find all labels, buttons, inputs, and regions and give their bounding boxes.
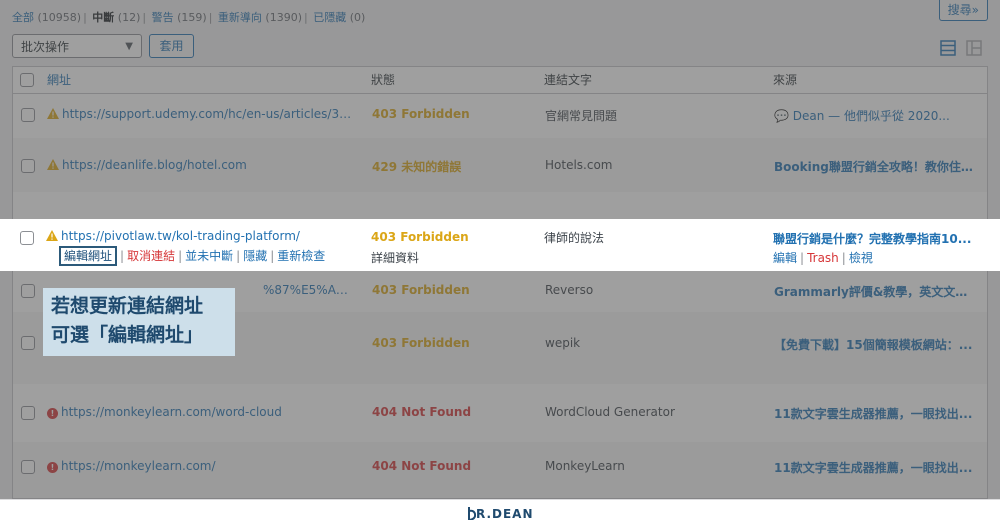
apply-button[interactable]: 套用: [149, 34, 194, 58]
table-row: ! https://monkeylearn.com/ 404 Not Found …: [12, 442, 988, 499]
edit-url-link[interactable]: 編輯網址: [59, 246, 118, 266]
row-checkbox[interactable]: [21, 406, 35, 420]
instruction-callout: 若想更新連結網址 可選「編輯網址」: [43, 288, 235, 356]
filter-redirect[interactable]: 重新導向: [218, 11, 262, 24]
brand-logo: R.DEAN: [467, 507, 534, 521]
row-status: 404 Not Found: [372, 405, 472, 419]
select-all-checkbox[interactable]: [20, 73, 34, 87]
recheck-link[interactable]: 重新檢查: [277, 249, 325, 263]
row-anchor: Hotels.com: [545, 158, 613, 172]
column-source: 來源: [773, 73, 798, 87]
filter-broken[interactable]: 中斷: [92, 11, 114, 24]
row-url[interactable]: ! https://monkeylearn.com/: [47, 459, 357, 473]
callout-line-1: 若想更新連結網址: [51, 295, 204, 317]
row-source[interactable]: 聯盟行銷是什麼？完整教學指南10...: [773, 230, 978, 247]
excerpt-view-icon[interactable]: [966, 40, 982, 56]
table-row: ! https://monkeylearn.com/word-cloud 404 …: [12, 384, 988, 442]
status-filters: 全部 (10958) | 中斷 (12) | 警告 (159) | 重新導向 (139…: [12, 11, 366, 24]
source-view-link[interactable]: 檢視: [849, 251, 873, 265]
table-row: https://support.udemy.com/hc/en-us/artic…: [12, 94, 988, 138]
row-source[interactable]: Grammarly評價&教學，英文文法...: [774, 283, 974, 300]
row-status: 403 Forbidden: [372, 107, 470, 121]
warning-icon: [47, 108, 59, 119]
row-url[interactable]: %87%E5%AD%97%...: [263, 283, 357, 297]
column-status: 狀態: [371, 73, 396, 87]
row-url[interactable]: https://deanlife.blog/hotel.com: [47, 158, 357, 172]
error-icon: !: [47, 408, 58, 419]
bulk-actions-select[interactable]: 批次操作 ▼: [12, 34, 142, 58]
row-checkbox[interactable]: [21, 108, 35, 122]
not-broken-link[interactable]: 並未中斷: [185, 249, 233, 263]
row-anchor: MonkeyLearn: [545, 459, 625, 473]
chevron-down-icon: ▼: [125, 41, 133, 52]
details-link[interactable]: 詳細資料: [371, 249, 419, 266]
row-anchor: Reverso: [545, 283, 594, 297]
row-status: 404 Not Found: [372, 459, 472, 473]
row-checkbox[interactable]: [21, 159, 35, 173]
filter-hidden[interactable]: 已隱藏: [313, 11, 346, 24]
search-button[interactable]: 搜尋»: [938, 0, 988, 21]
unlink-link[interactable]: 取消連結: [127, 249, 175, 263]
row-source[interactable]: 11款文字雲生成器推薦，一眼找出...: [774, 405, 974, 422]
row-anchor: WordCloud Generator: [545, 405, 675, 419]
warning-icon: [46, 230, 58, 241]
row-checkbox[interactable]: [21, 284, 35, 298]
row-url[interactable]: https://pivotlaw.tw/kol-trading-platform…: [46, 229, 356, 243]
filter-warning[interactable]: 警告: [152, 11, 174, 24]
row-source[interactable]: 11款文字雲生成器推薦，一眼找出...: [774, 459, 974, 476]
row-status: 403 Forbidden: [372, 336, 470, 350]
error-icon: !: [47, 462, 58, 473]
row-checkbox[interactable]: [21, 460, 35, 474]
row-checkbox[interactable]: [21, 336, 35, 350]
row-actions: 編輯網址 | 取消連結 | 並未中斷 | 隱藏 | 重新檢查: [59, 246, 325, 266]
column-url[interactable]: 網址: [47, 67, 71, 93]
table-header: 網址 狀態 連結文字 來源: [12, 66, 988, 94]
warning-icon: [47, 159, 59, 170]
row-url[interactable]: https://support.udemy.com/hc/en-us/artic…: [47, 107, 357, 121]
source-edit-link[interactable]: 編輯: [773, 251, 797, 265]
callout-line-2: 可選「編輯網址」: [51, 324, 204, 346]
highlighted-row: https://pivotlaw.tw/kol-trading-platform…: [0, 219, 1000, 271]
row-checkbox[interactable]: [20, 231, 34, 245]
row-source[interactable]: 💬 Dean — 他們似乎從 2020...: [774, 107, 974, 124]
row-url[interactable]: ! https://monkeylearn.com/word-cloud: [47, 405, 357, 419]
list-view-icon[interactable]: [940, 40, 956, 56]
brand-mark-icon: [468, 507, 477, 521]
filter-all[interactable]: 全部: [12, 11, 34, 24]
row-status: 429 未知的錯誤: [372, 160, 462, 174]
row-anchor: 官網常見問題: [545, 109, 618, 123]
row-source[interactable]: Booking聯盟行銷全攻略！教你住...: [774, 158, 974, 175]
row-status: 403 Forbidden: [372, 283, 470, 297]
source-trash-link[interactable]: Trash: [807, 251, 839, 265]
row-source[interactable]: 【免費下載】15個簡報模板網站：...: [774, 336, 974, 353]
table-row: https://deanlife.blog/hotel.com 429 未知的錯…: [12, 138, 988, 192]
row-status: 403 Forbidden: [371, 230, 469, 244]
dismiss-link[interactable]: 隱藏: [243, 249, 267, 263]
column-anchor: 連結文字: [544, 73, 593, 87]
row-anchor: 律師的說法: [544, 231, 605, 245]
row-anchor: wepik: [545, 336, 581, 350]
source-actions: 編輯 | Trash | 檢視: [773, 251, 873, 265]
comment-icon: 💬: [774, 109, 789, 123]
